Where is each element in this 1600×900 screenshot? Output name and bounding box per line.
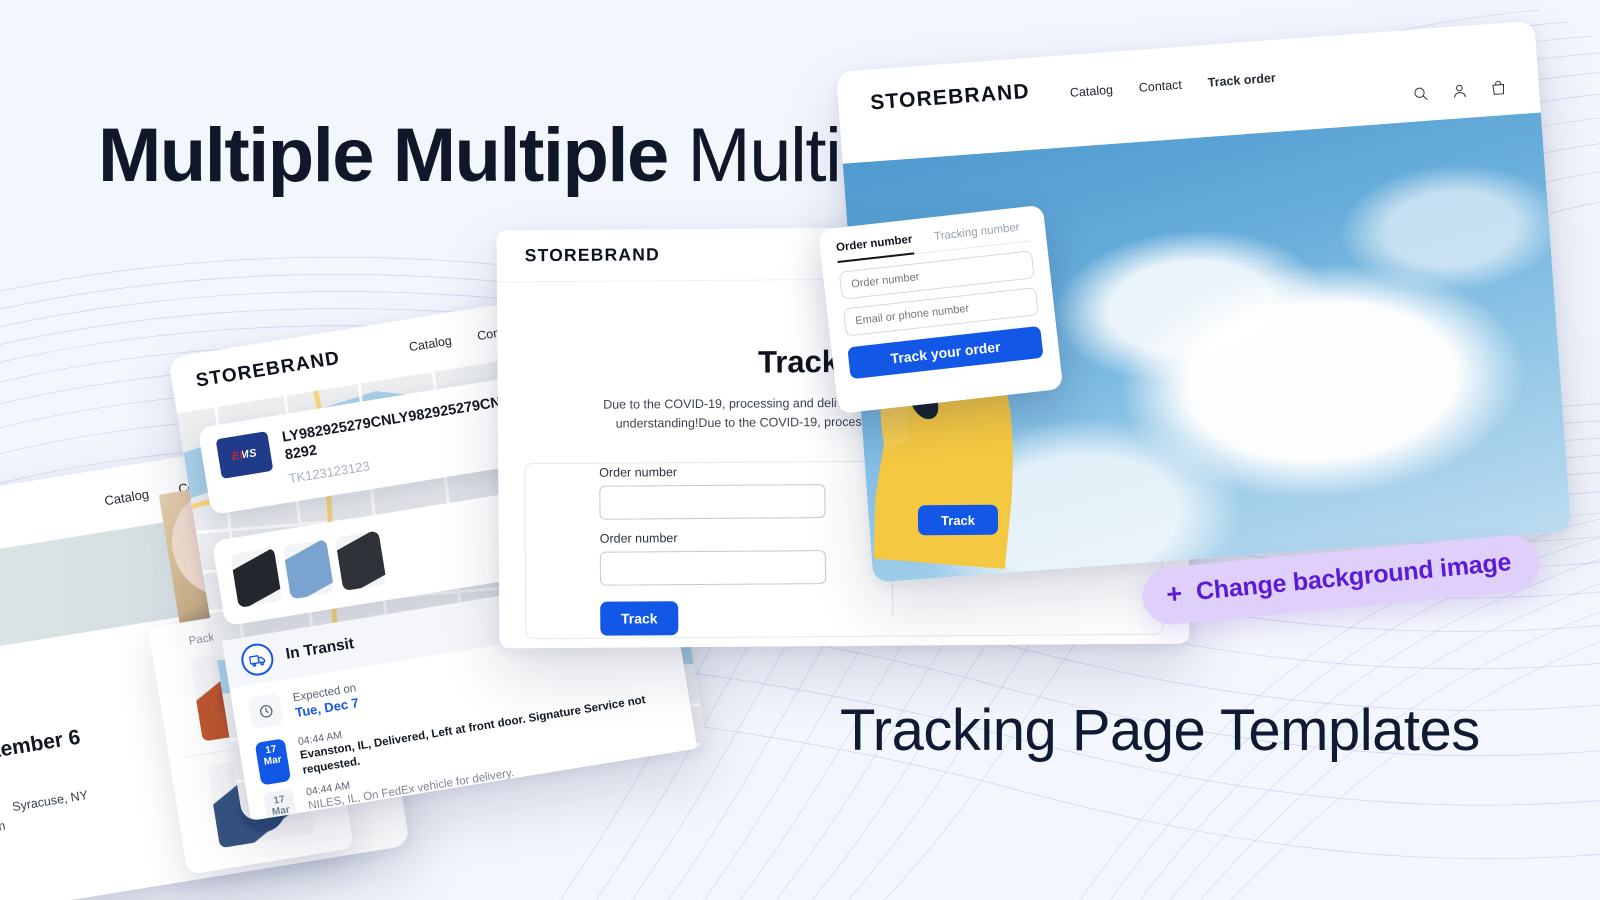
brand-logo: STOREBRAND xyxy=(194,347,342,392)
screenshot-stage: Multiple Multiple Multiple M Catalog Con… xyxy=(0,0,1600,900)
footer-title: Tracking Page Templates xyxy=(840,698,1480,763)
product-thumbnail[interactable] xyxy=(334,530,387,591)
ems-logo-text: EMS xyxy=(231,447,258,463)
product-thumbnail[interactable] xyxy=(282,539,335,600)
tab-tracking-number[interactable]: Tracking number xyxy=(934,222,1022,252)
tab-order-number[interactable]: Order number xyxy=(835,233,915,263)
sidebar-item-catalog[interactable]: Catalog xyxy=(103,486,150,508)
status-badge: In Transit xyxy=(284,635,356,663)
nav-item-catalog[interactable]: Catalog xyxy=(1069,83,1113,100)
timeline-date-chip: 17 Mar xyxy=(254,738,292,786)
contents-thumbnails xyxy=(230,530,387,608)
track-form: Order number Order number Track xyxy=(525,464,827,636)
truck-icon xyxy=(239,641,276,678)
track-button[interactable]: Track xyxy=(600,600,679,636)
brand-logo: STOREBRAND xyxy=(869,79,1031,115)
headline-word-2: Multiple xyxy=(392,113,670,198)
order-number-label-2: Order number xyxy=(599,530,678,546)
order-number-input[interactable] xyxy=(599,483,826,520)
ems-carrier-logo: EMS xyxy=(215,431,274,479)
order-number-label: Order number xyxy=(599,464,678,480)
nav-item-catalog[interactable]: Catalog xyxy=(408,334,453,355)
search-icon[interactable] xyxy=(1412,85,1430,103)
hero-card-nav: Catalog Contact Track order xyxy=(1069,71,1276,100)
secondary-track-button[interactable]: Track xyxy=(917,504,999,536)
order-number-input-2[interactable] xyxy=(599,549,827,586)
hero-track-form-card[interactable]: Order number Tracking number Track your … xyxy=(818,204,1064,414)
product-thumbnail[interactable] xyxy=(230,547,283,608)
plus-icon: + xyxy=(1164,577,1184,610)
clock-icon xyxy=(247,692,285,730)
headline-word-1: Multiple xyxy=(98,113,375,198)
brand-logo: STOREBRAND xyxy=(524,244,660,266)
change-background-image-label: Change background image xyxy=(1194,548,1513,606)
cart-icon[interactable] xyxy=(1489,79,1507,97)
account-icon[interactable] xyxy=(1450,82,1468,100)
hero-card-icon-group xyxy=(1412,79,1508,103)
nav-item-track-order[interactable]: Track order xyxy=(1207,71,1276,90)
nav-item-contact[interactable]: Contact xyxy=(1138,78,1182,95)
track-your-order-button[interactable]: Track your order xyxy=(847,325,1044,380)
